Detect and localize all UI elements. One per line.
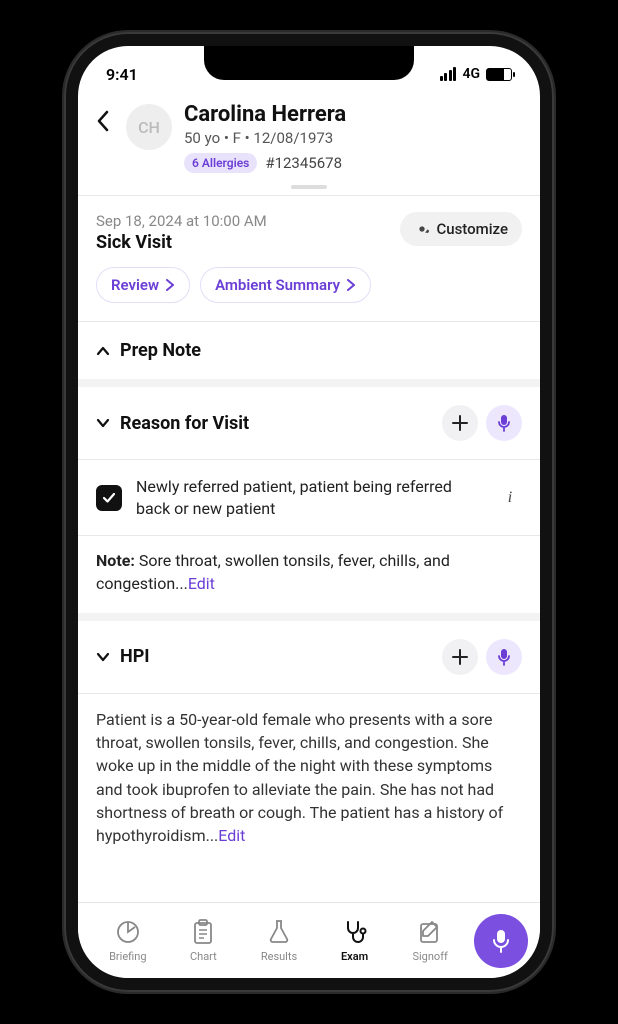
- check-icon: [102, 492, 116, 504]
- tab-label: Briefing: [109, 950, 146, 963]
- mrn-label: #12345678: [265, 154, 342, 172]
- tab-chart[interactable]: Chart: [166, 918, 242, 963]
- hpi-title: HPI: [120, 646, 150, 667]
- rfv-item-text: Newly referred patient, patient being re…: [136, 476, 484, 519]
- phone-notch: [204, 46, 414, 80]
- rfv-title: Reason for Visit: [120, 413, 249, 434]
- phone-frame: 9:41 4G CH Carolina Herrera 50 yo • F • …: [64, 32, 554, 992]
- tab-label: Chart: [190, 950, 217, 963]
- prep-note-title: Prep Note: [120, 340, 201, 361]
- patient-subline: 50 yo • F • 12/08/1973: [184, 129, 522, 147]
- info-button[interactable]: i: [498, 489, 522, 507]
- content-scroll[interactable]: Sep 18, 2024 at 10:00 AM Sick Visit Cust…: [78, 196, 540, 902]
- tab-briefing[interactable]: Briefing: [90, 918, 166, 963]
- customize-label: Customize: [436, 220, 508, 238]
- tab-signoff[interactable]: Signoff: [392, 918, 468, 963]
- edit-link[interactable]: Edit: [188, 574, 215, 593]
- avatar[interactable]: CH: [126, 104, 172, 150]
- tab-exam[interactable]: Exam: [317, 918, 393, 963]
- note-body: Sore throat, swollen tonsils, fever, chi…: [96, 551, 450, 592]
- rfv-actions: [442, 405, 522, 441]
- mic-button[interactable]: [486, 639, 522, 675]
- tab-bar: Briefing Chart Results Exam: [78, 902, 540, 978]
- rfv-item[interactable]: Newly referred patient, patient being re…: [78, 460, 540, 535]
- pie-chart-icon: [115, 918, 141, 946]
- mic-button[interactable]: [486, 405, 522, 441]
- thick-divider: [78, 613, 540, 621]
- hpi-body: Patient is a 50-year-old female who pres…: [78, 694, 540, 857]
- chevron-right-icon: [346, 279, 356, 291]
- edit-link[interactable]: Edit: [218, 826, 245, 845]
- rfv-header[interactable]: Reason for Visit: [78, 387, 540, 459]
- visit-row: Sep 18, 2024 at 10:00 AM Sick Visit Cust…: [78, 196, 540, 267]
- hpi-text: Patient is a 50-year-old female who pres…: [96, 710, 503, 845]
- back-button[interactable]: [96, 102, 114, 132]
- chevron-right-icon: [165, 279, 175, 291]
- customize-button[interactable]: Customize: [400, 212, 522, 246]
- microphone-icon: [497, 648, 511, 666]
- review-chip[interactable]: Review: [96, 267, 190, 303]
- ambient-summary-chip[interactable]: Ambient Summary: [200, 267, 371, 303]
- thick-divider: [78, 379, 540, 387]
- note-label: Note:: [96, 551, 139, 570]
- status-time: 9:41: [106, 65, 138, 84]
- add-button[interactable]: [442, 405, 478, 441]
- ambient-chip-label: Ambient Summary: [215, 276, 340, 294]
- checkbox-checked[interactable]: [96, 485, 122, 511]
- avatar-initials: CH: [138, 118, 160, 137]
- chevron-down-icon: [96, 650, 110, 664]
- hpi-actions: [442, 639, 522, 675]
- chip-row: Review Ambient Summary: [78, 267, 540, 321]
- visit-type: Sick Visit: [96, 232, 267, 253]
- patient-header: CH Carolina Herrera 50 yo • F • 12/08/19…: [78, 92, 540, 185]
- tab-label: Signoff: [412, 950, 447, 963]
- gear-icon: [414, 221, 430, 237]
- visit-meta: Sep 18, 2024 at 10:00 AM Sick Visit: [96, 212, 267, 253]
- flask-icon: [268, 918, 290, 946]
- battery-icon: [486, 68, 512, 81]
- drag-handle[interactable]: [291, 185, 327, 189]
- patient-info: Carolina Herrera 50 yo • F • 12/08/1973 …: [184, 102, 522, 173]
- hpi-header[interactable]: HPI: [78, 621, 540, 693]
- microphone-icon: [497, 414, 511, 432]
- plus-icon: [451, 648, 469, 666]
- add-button[interactable]: [442, 639, 478, 675]
- status-right: 4G: [440, 66, 512, 82]
- review-chip-label: Review: [111, 276, 159, 294]
- signal-icon: [440, 67, 457, 81]
- plus-icon: [451, 414, 469, 432]
- tab-results[interactable]: Results: [241, 918, 317, 963]
- badge-row: 6 Allergies #12345678: [184, 153, 522, 173]
- network-label: 4G: [462, 66, 480, 82]
- patient-name: Carolina Herrera: [184, 102, 522, 127]
- record-fab[interactable]: [474, 914, 528, 968]
- microphone-icon: [491, 928, 511, 954]
- stethoscope-icon: [342, 918, 368, 946]
- phone-screen: 9:41 4G CH Carolina Herrera 50 yo • F • …: [78, 46, 540, 978]
- prep-note-header[interactable]: Prep Note: [78, 322, 540, 379]
- tab-label: Exam: [341, 950, 368, 963]
- chevron-down-icon: [96, 416, 110, 430]
- rfv-note: Note: Sore throat, swollen tonsils, feve…: [78, 536, 540, 613]
- chevron-left-icon: [96, 110, 110, 132]
- edit-square-icon: [418, 918, 442, 946]
- visit-datetime: Sep 18, 2024 at 10:00 AM: [96, 212, 267, 230]
- chevron-up-icon: [96, 344, 110, 358]
- tab-label: Results: [261, 950, 297, 963]
- clipboard-icon: [192, 918, 214, 946]
- allergy-badge[interactable]: 6 Allergies: [184, 153, 257, 173]
